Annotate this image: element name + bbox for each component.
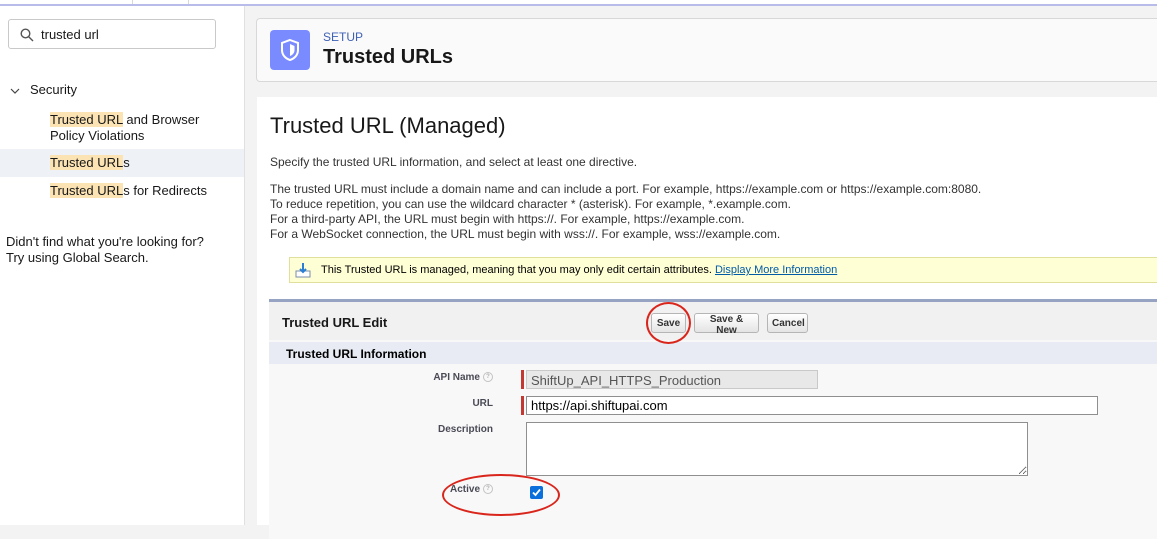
url-label: URL	[472, 398, 493, 409]
url-field[interactable]	[526, 396, 1098, 415]
sidebar-item-trusted-urls[interactable]: Trusted URLs	[0, 149, 244, 177]
header-title: Trusted URLs	[323, 46, 454, 68]
api-name-label: API Name?	[323, 372, 493, 383]
required-indicator	[521, 396, 524, 415]
section-header: Trusted URL Information	[269, 342, 1157, 364]
header-eyebrow: SETUP	[323, 30, 364, 44]
sidebar-item-label: s for Redirects	[123, 183, 208, 198]
managed-notice: This Trusted URL is managed, meaning tha…	[289, 257, 1157, 283]
help-icon[interactable]: ?	[483, 372, 493, 383]
help-line-1: Didn't find what you're looking for?	[6, 234, 204, 249]
page-header: SETUP Trusted URLs	[256, 18, 1157, 82]
active-annotation-circle	[442, 474, 560, 516]
setup-sidebar: Security Trusted URL and Browser Policy …	[0, 6, 245, 525]
search-match: Trusted URL	[50, 155, 124, 170]
rules-text: The trusted URL must include a domain na…	[270, 182, 981, 242]
sidebar-item-label: Policy Violations	[50, 128, 145, 143]
help-line-2: Try using Global Search.	[6, 250, 149, 265]
quick-find-input[interactable]	[41, 24, 211, 44]
sidebar-item-label: and Browser	[122, 112, 200, 127]
sidebar-item-label: s	[123, 155, 130, 170]
save-annotation-circle	[646, 302, 691, 344]
section-title: Trusted URL Information	[286, 347, 427, 361]
tree-section-security[interactable]: Security	[10, 82, 77, 97]
search-match: Trusted URL	[50, 183, 124, 198]
rule-4: For a WebSocket connection, the URL must…	[270, 227, 781, 241]
rule-1: The trusted URL must include a domain na…	[270, 182, 982, 196]
rule-3: For a third-party API, the URL must begi…	[270, 212, 745, 226]
display-more-info-link[interactable]: Display More Information	[715, 264, 837, 276]
quick-find-box[interactable]	[8, 19, 216, 49]
description-label: Description	[437, 424, 493, 435]
edit-block-title: Trusted URL Edit	[282, 315, 388, 330]
trusted-url-shield-icon	[270, 30, 310, 70]
required-indicator	[521, 370, 524, 389]
page-title: Trusted URL (Managed)	[270, 113, 506, 138]
description-field[interactable]	[526, 422, 1028, 476]
api-name-value: ShiftUp_API_HTTPS_Production	[526, 370, 818, 389]
main-content: Trusted URL (Managed) Specify the truste…	[257, 97, 1157, 539]
trusted-url-edit-block: Trusted URL Edit Save Save & New Cancel …	[269, 299, 1157, 539]
tree-section-label: Security	[30, 82, 77, 97]
search-help-text: Didn't find what you're looking for? Try…	[6, 234, 204, 266]
sidebar-item-browser-policy-violations[interactable]: Trusted URL and Browser Policy Violation…	[0, 112, 244, 146]
save-and-new-button[interactable]: Save & New	[694, 313, 759, 336]
search-match: Trusted URL	[50, 112, 123, 127]
rule-2: To reduce repetition, you can use the wi…	[270, 197, 791, 211]
edit-block-header: Trusted URL Edit Save Save & New Cancel	[269, 302, 1157, 340]
sidebar-item-trusted-urls-for-redirects[interactable]: Trusted URLs for Redirects	[0, 183, 244, 203]
search-icon	[20, 28, 34, 42]
intro-text: Specify the trusted URL information, and…	[270, 155, 638, 169]
chevron-down-icon[interactable]	[10, 82, 22, 97]
cancel-button[interactable]: Cancel	[767, 313, 808, 333]
download-info-icon	[295, 263, 311, 278]
notice-text: This Trusted URL is managed, meaning tha…	[321, 264, 712, 276]
